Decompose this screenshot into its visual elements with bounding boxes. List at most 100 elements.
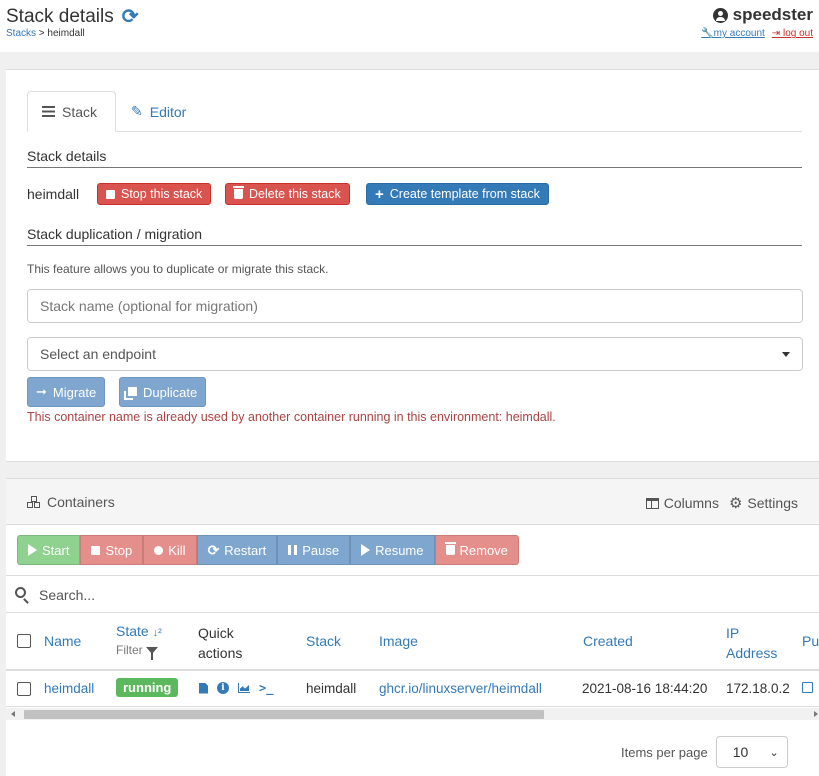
arrow-right-icon: ➞ — [36, 384, 47, 399]
table-header: Name State ↓² Filter Quick actions Stack… — [6, 613, 819, 671]
log-out-label: log out — [782, 28, 813, 39]
stack-details-heading: Stack details — [27, 148, 802, 168]
duplication-heading: Stack duplication / migration — [27, 226, 802, 246]
log-out-link[interactable]: ⇥ log out — [772, 28, 813, 39]
account-links: 🔧my account ⇥ log out — [701, 28, 813, 39]
sign-out-icon: ⇥ — [771, 28, 781, 39]
cubes-icon — [27, 496, 41, 508]
tab-stack[interactable]: Stack — [27, 91, 116, 132]
select-all-checkbox[interactable] — [17, 634, 31, 648]
column-ip-line2: Address — [726, 645, 778, 661]
remove-label: Remove — [459, 542, 508, 558]
stats-icon[interactable] — [238, 683, 250, 693]
sort-icon: ↓² — [152, 627, 162, 639]
list-icon — [42, 106, 55, 117]
image-cell: ghcr.io/linuxserver/heimdall — [379, 681, 542, 696]
stop-stack-label: Stop this stack — [121, 187, 203, 201]
containers-title: Containers — [27, 494, 115, 510]
console-icon[interactable]: >_ — [259, 681, 273, 695]
stop-stack-button[interactable]: Stop this stack — [97, 183, 212, 205]
stop-button[interactable]: Stop — [80, 535, 144, 565]
my-account-link[interactable]: 🔧my account — [701, 28, 765, 39]
column-state-label: State — [116, 623, 149, 639]
pause-button[interactable]: Pause — [277, 535, 351, 565]
external-link-icon[interactable] — [802, 682, 813, 693]
start-button[interactable]: Start — [17, 535, 81, 565]
kill-button[interactable]: Kill — [143, 535, 197, 565]
containers-title-text: Containers — [47, 494, 115, 510]
scroll-left-icon[interactable] — [11, 711, 15, 717]
breadcrumb-separator: > — [36, 28, 48, 39]
play-icon — [361, 544, 371, 556]
logs-icon[interactable] — [199, 682, 208, 694]
columns-button[interactable]: Columns — [645, 494, 719, 512]
settings-button[interactable]: ⚙ Settings — [729, 494, 798, 512]
top-bar: Stack details ⟳ Stacks > heimdall speeds… — [0, 0, 819, 52]
column-created[interactable]: Created — [583, 633, 633, 649]
migrate-button[interactable]: ➞ Migrate — [27, 377, 106, 407]
kill-label: Kill — [168, 542, 186, 558]
endpoint-select-value: Select an endpoint — [40, 346, 156, 362]
pause-label: Pause — [302, 542, 340, 558]
column-image[interactable]: Image — [379, 633, 418, 649]
breadcrumb-stacks-link[interactable]: Stacks — [6, 28, 36, 39]
stack-cell: heimdall — [306, 681, 357, 696]
tab-editor-label: Editor — [149, 103, 187, 120]
column-stack[interactable]: Stack — [306, 633, 341, 649]
pencil-icon: ✎ — [131, 103, 143, 119]
search-icon — [15, 587, 26, 598]
column-quick-actions-line1: Quick — [198, 625, 234, 641]
filter-icon — [145, 646, 158, 660]
username: speedster — [732, 5, 813, 24]
refresh-icon[interactable]: ⟳ — [122, 4, 139, 29]
column-name[interactable]: Name — [44, 633, 81, 649]
search-bar — [6, 575, 819, 613]
duplication-help-text: This feature allows you to duplicate or … — [27, 262, 329, 276]
trash-icon — [444, 542, 456, 555]
items-per-page-value: 10 — [732, 744, 749, 760]
column-published-ports[interactable]: Pu — [802, 633, 819, 649]
row-checkbox[interactable] — [17, 682, 31, 696]
delete-stack-button[interactable]: Delete this stack — [225, 183, 350, 205]
restart-button[interactable]: ⟳ Restart — [196, 535, 278, 565]
container-name-link[interactable]: heimdall — [44, 681, 94, 696]
refresh-icon: ⟳ — [207, 542, 220, 558]
state-filter[interactable]: Filter — [116, 643, 162, 660]
migrate-label: Migrate — [52, 384, 97, 400]
remove-button[interactable]: Remove — [434, 535, 519, 565]
delete-stack-label: Delete this stack — [249, 187, 341, 201]
resume-label: Resume — [375, 542, 424, 558]
breadcrumb: Stacks > heimdall — [6, 28, 85, 39]
items-per-page-select[interactable]: 10 ⌄ — [715, 736, 788, 768]
horizontal-scrollbar[interactable] — [6, 708, 819, 720]
scroll-right-icon[interactable] — [814, 711, 818, 717]
duplication-error-message: This container name is already used by a… — [27, 410, 556, 424]
stop-icon — [91, 545, 101, 555]
column-ip-line1: IP — [726, 625, 740, 641]
trash-icon — [233, 186, 244, 199]
state-filter-label: Filter — [116, 643, 143, 657]
tab-stack-label: Stack — [62, 103, 98, 120]
ip-address-cell: 172.18.0.2 — [726, 681, 790, 696]
my-account-label: my account — [713, 28, 765, 39]
scrollbar-thumb[interactable] — [24, 710, 544, 719]
tab-bar: Stack ✎ Editor — [27, 91, 802, 132]
stack-panel: Stack ✎ Editor Stack details heimdall St… — [6, 69, 819, 462]
stack-name-input[interactable] — [27, 289, 803, 323]
columns-label: Columns — [663, 495, 719, 511]
tab-editor[interactable]: ✎ Editor — [117, 91, 200, 132]
search-input[interactable] — [39, 584, 799, 606]
wrench-icon: 🔧 — [701, 28, 714, 39]
info-icon[interactable]: i — [217, 682, 229, 694]
endpoint-select[interactable]: Select an endpoint — [27, 337, 803, 371]
page-title: Stack details ⟳ — [6, 4, 139, 29]
plus-icon: + — [375, 185, 384, 203]
duplicate-button[interactable]: Duplicate — [119, 377, 207, 407]
restart-label: Restart — [224, 542, 267, 558]
create-template-button[interactable]: + Create template from stack — [366, 183, 549, 205]
column-state[interactable]: State ↓² Filter — [116, 623, 162, 660]
user-menu: speedster — [712, 5, 813, 25]
column-ip-address[interactable]: IP Address — [726, 623, 777, 663]
image-link[interactable]: ghcr.io/linuxserver/heimdall — [379, 681, 542, 696]
resume-button[interactable]: Resume — [350, 535, 435, 565]
